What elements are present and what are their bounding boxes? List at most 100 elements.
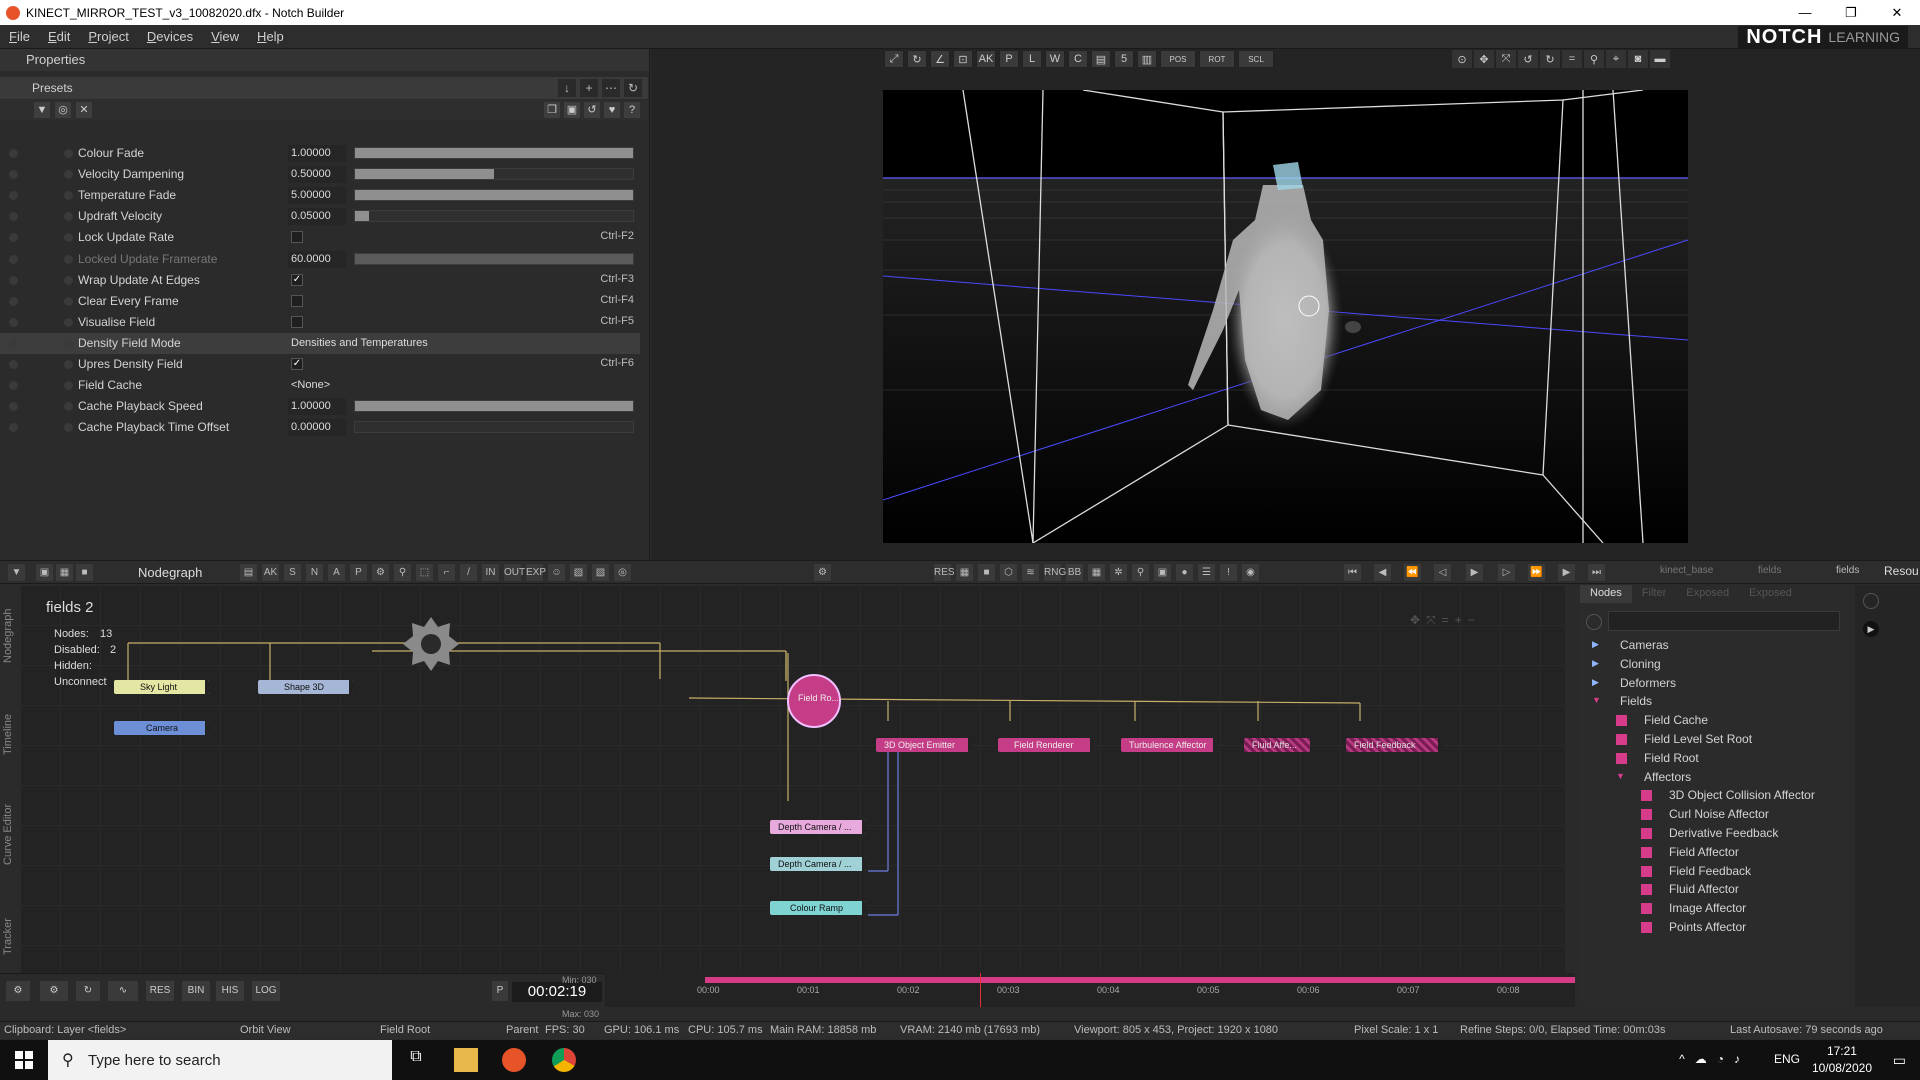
- notch-taskbar-icon[interactable]: [502, 1048, 526, 1072]
- expand-icon[interactable]: ▶: [1592, 658, 1599, 669]
- property-checkbox[interactable]: ✓: [291, 273, 303, 286]
- p-button[interactable]: P: [492, 981, 508, 1001]
- cube-icon[interactable]: ⬡: [1000, 564, 1017, 581]
- menu-devices[interactable]: Devices: [138, 29, 202, 44]
- disabled-node-1[interactable]: Fluid Affe...: [1244, 738, 1310, 752]
- node-tool-icon[interactable]: ▤: [240, 564, 257, 581]
- expose-dot-icon[interactable]: [64, 360, 73, 369]
- breadcrumb-2[interactable]: fields: [1758, 565, 1781, 576]
- s-tool-icon[interactable]: S: [284, 564, 301, 581]
- zoom-out-icon[interactable]: −: [1468, 613, 1475, 629]
- property-row[interactable]: Upres Density Field ✓ Ctrl-F6: [0, 354, 640, 375]
- property-slider[interactable]: [354, 147, 634, 159]
- property-slider[interactable]: [354, 189, 634, 202]
- scl-toggle[interactable]: SCL: [1238, 50, 1274, 68]
- select-tool-icon[interactable]: ⬚: [416, 564, 433, 581]
- keyframe-dot-icon[interactable]: [9, 233, 18, 243]
- frame-icon[interactable]: ⌖: [1606, 50, 1626, 68]
- tree-item[interactable]: Image Affector: [1641, 901, 1746, 915]
- expand-icon[interactable]: ▶: [1592, 677, 1599, 688]
- search-tool-icon[interactable]: ⚲: [394, 564, 411, 581]
- his-button[interactable]: HIS: [216, 981, 244, 1001]
- property-value-field[interactable]: 0.00000: [288, 419, 346, 437]
- rewind-icon[interactable]: ⏪: [1404, 564, 1421, 581]
- collapse-icon[interactable]: ▼: [1616, 771, 1625, 781]
- keyframe-dot-icon[interactable]: [9, 423, 18, 433]
- menu-project[interactable]: Project: [79, 29, 137, 44]
- layer-gear-icon[interactable]: [402, 615, 460, 673]
- breadcrumb-3[interactable]: fields: [1836, 565, 1859, 576]
- expose-dot-icon[interactable]: [64, 296, 73, 306]
- rot-toggle[interactable]: ROT: [1199, 50, 1235, 68]
- keyframe-dot-icon[interactable]: [9, 254, 18, 264]
- pan-icon[interactable]: ✥: [1410, 613, 1420, 629]
- angle-icon[interactable]: ∠: [930, 50, 950, 68]
- l-icon[interactable]: L: [1022, 50, 1042, 68]
- next-key-icon[interactable]: ▶: [1558, 564, 1575, 581]
- tree-item[interactable]: ▶ Cameras: [1592, 638, 1669, 652]
- property-row[interactable]: Locked Update Framerate 60.0000: [0, 249, 640, 270]
- zoom-icon[interactable]: ⚲: [1584, 50, 1604, 68]
- n-tool-icon[interactable]: N: [306, 564, 323, 581]
- depth-camera-node-1[interactable]: Depth Camera / ...: [770, 820, 866, 834]
- expose-dot-icon[interactable]: [64, 423, 73, 433]
- layers-icon[interactable]: ≋: [1022, 564, 1039, 581]
- skip-start-icon[interactable]: ⏮: [1344, 564, 1361, 581]
- collapse-icon[interactable]: ▼: [8, 564, 25, 581]
- 3d-viewport[interactable]: [883, 90, 1688, 543]
- move-icon[interactable]: ✥: [1474, 50, 1494, 68]
- line-tool-icon[interactable]: /: [460, 564, 477, 581]
- side-tab-tracker[interactable]: Tracker: [2, 918, 14, 955]
- fast-forward-icon[interactable]: ⏩: [1528, 564, 1545, 581]
- colour-ramp-node[interactable]: Colour Ramp: [770, 901, 866, 915]
- keyframe-dot-icon[interactable]: [9, 191, 18, 201]
- help-icon[interactable]: ?: [624, 102, 640, 118]
- disabled-node-2[interactable]: Field Feedback: [1346, 738, 1442, 752]
- layout3-icon[interactable]: ■: [76, 564, 93, 581]
- res-button[interactable]: RES: [146, 981, 174, 1001]
- start-button[interactable]: [0, 1040, 48, 1080]
- tab-exposed[interactable]: Exposed: [1676, 585, 1739, 603]
- shape-3d-node[interactable]: Shape 3D: [258, 680, 353, 694]
- fit-icon[interactable]: ⤧: [1496, 50, 1516, 68]
- network-icon[interactable]: ◔: [1717, 1052, 1724, 1066]
- nodegraph-canvas[interactable]: fields 2 Nodes: 13 Disabled: 2 Hidden: U…: [20, 585, 1565, 973]
- expose-dot-icon[interactable]: [64, 149, 73, 158]
- keyframe-dot-icon[interactable]: [9, 381, 18, 391]
- property-row[interactable]: Colour Fade 1.00000: [0, 143, 640, 164]
- rotate-icon[interactable]: ↻: [907, 50, 927, 68]
- refresh-icon[interactable]: ↻: [624, 79, 642, 97]
- gear-tool-icon[interactable]: ⚙: [372, 564, 389, 581]
- redo-icon[interactable]: ↻: [1540, 50, 1560, 68]
- hatch-tool-icon[interactable]: ▧: [570, 564, 587, 581]
- expose-dot-icon[interactable]: [64, 254, 73, 264]
- paste-icon[interactable]: ▣: [564, 102, 580, 118]
- prev-key-icon[interactable]: ◀: [1374, 564, 1391, 581]
- notifications-icon[interactable]: ▭: [1893, 1052, 1906, 1069]
- property-row[interactable]: Velocity Dampening 0.50000: [0, 164, 640, 185]
- property-value-field[interactable]: 5.00000: [288, 187, 346, 205]
- favourite-icon[interactable]: ♥: [604, 102, 620, 118]
- sphere-icon[interactable]: ●: [1176, 564, 1193, 581]
- bars-icon[interactable]: ▥: [1137, 50, 1157, 68]
- chrome-icon[interactable]: [552, 1048, 576, 1072]
- expose-dot-icon[interactable]: [64, 170, 73, 180]
- w-icon[interactable]: W: [1045, 50, 1065, 68]
- settings-gear2-icon[interactable]: ⚙: [40, 981, 68, 1001]
- minimize-button[interactable]: —: [1782, 0, 1828, 25]
- grid-view-icon[interactable]: ▦: [956, 564, 973, 581]
- tab-filter[interactable]: Filter: [1632, 585, 1676, 603]
- property-slider[interactable]: [354, 252, 634, 265]
- keyframe-dot-icon[interactable]: [9, 317, 18, 327]
- number-field[interactable]: 5: [1114, 50, 1134, 68]
- waveform-icon[interactable]: ∿: [108, 981, 138, 1001]
- resources-search-icon[interactable]: [1863, 593, 1879, 609]
- expand-icon[interactable]: ▶: [1592, 639, 1599, 650]
- expose-dot-icon[interactable]: [64, 338, 73, 348]
- rng-icon[interactable]: RNG: [1044, 564, 1066, 581]
- keyframe-dot-icon[interactable]: [9, 149, 18, 158]
- add-icon[interactable]: +: [580, 79, 598, 97]
- c-icon[interactable]: C: [1068, 50, 1088, 68]
- resources-play-icon[interactable]: ▶: [1863, 621, 1879, 637]
- zoom-in-icon[interactable]: +: [1455, 613, 1462, 629]
